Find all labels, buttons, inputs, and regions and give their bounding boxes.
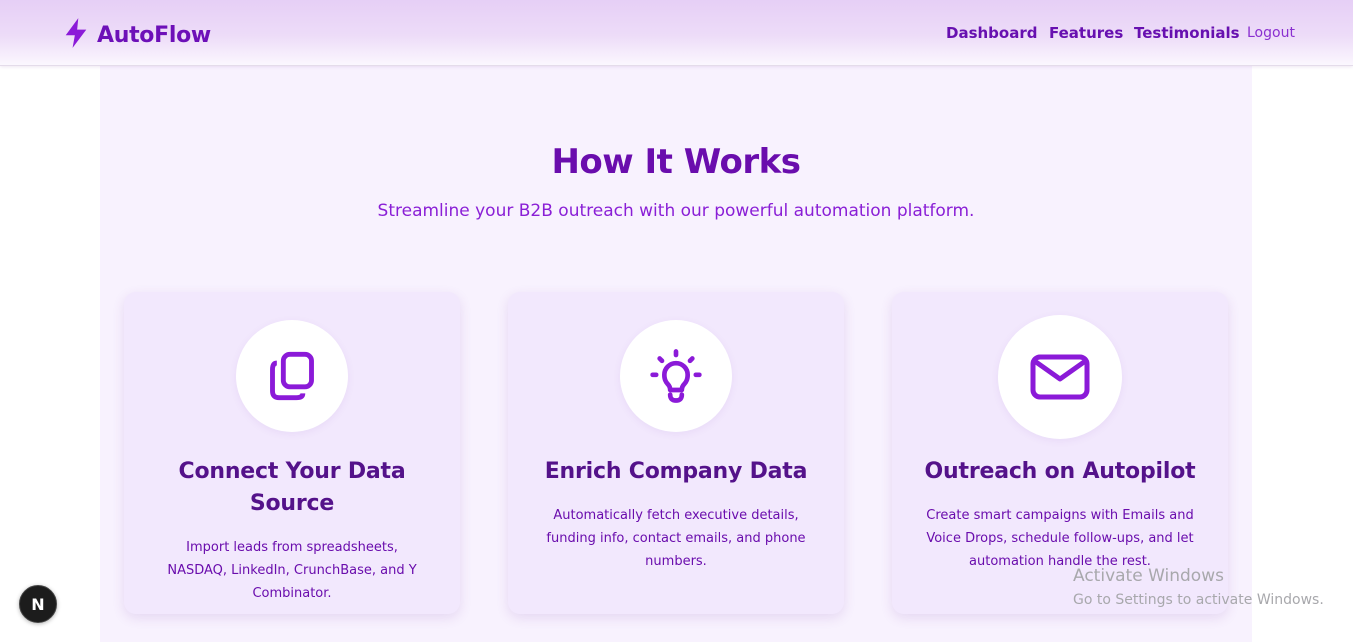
card-title: Connect Your Data Source (178, 459, 406, 516)
nav-link-dashboard[interactable]: Dashboard (946, 24, 1037, 42)
activate-windows-watermark: Activate Windows Go to Settings to activ… (1073, 565, 1324, 611)
nav-link-testimonials[interactable]: Testimonials (1134, 24, 1240, 42)
nav-link-features[interactable]: Features (1049, 24, 1123, 42)
how-it-works-section: How It Works Streamline your B2B outreac… (100, 66, 1252, 642)
section-title: How It Works (551, 142, 801, 182)
watermark-title: Activate Windows (1073, 566, 1224, 586)
envelope-icon (998, 315, 1122, 439)
card-description: Import leads from spreadsheets, NASDAQ, … (167, 540, 417, 601)
logout-button[interactable]: Logout (1247, 25, 1295, 41)
step-card-enrich-data: Enrich Company Data Automatically fetch … (508, 292, 844, 614)
navbar: AutoFlow Dashboard Features Testimonials… (0, 0, 1353, 66)
nav-menu: Dashboard Features Testimonials Logout (0, 0, 1353, 66)
card-description: Automatically fetch executive details, f… (546, 508, 806, 569)
card-title: Outreach on Autopilot (924, 459, 1196, 484)
step-card-connect-data: Connect Your Data Source Import leads fr… (124, 292, 460, 614)
card-description: Create smart campaigns with Emails and V… (926, 508, 1194, 569)
card-title: Enrich Company Data (544, 459, 808, 484)
section-subtitle: Streamline your B2B outreach with our po… (377, 201, 975, 221)
dev-tools-badge[interactable]: N (19, 585, 57, 623)
watermark-subtitle: Go to Settings to activate Windows. (1073, 592, 1324, 608)
dev-badge-label: N (31, 594, 45, 614)
lightbulb-icon (620, 320, 732, 432)
copy-documents-icon (236, 320, 348, 432)
